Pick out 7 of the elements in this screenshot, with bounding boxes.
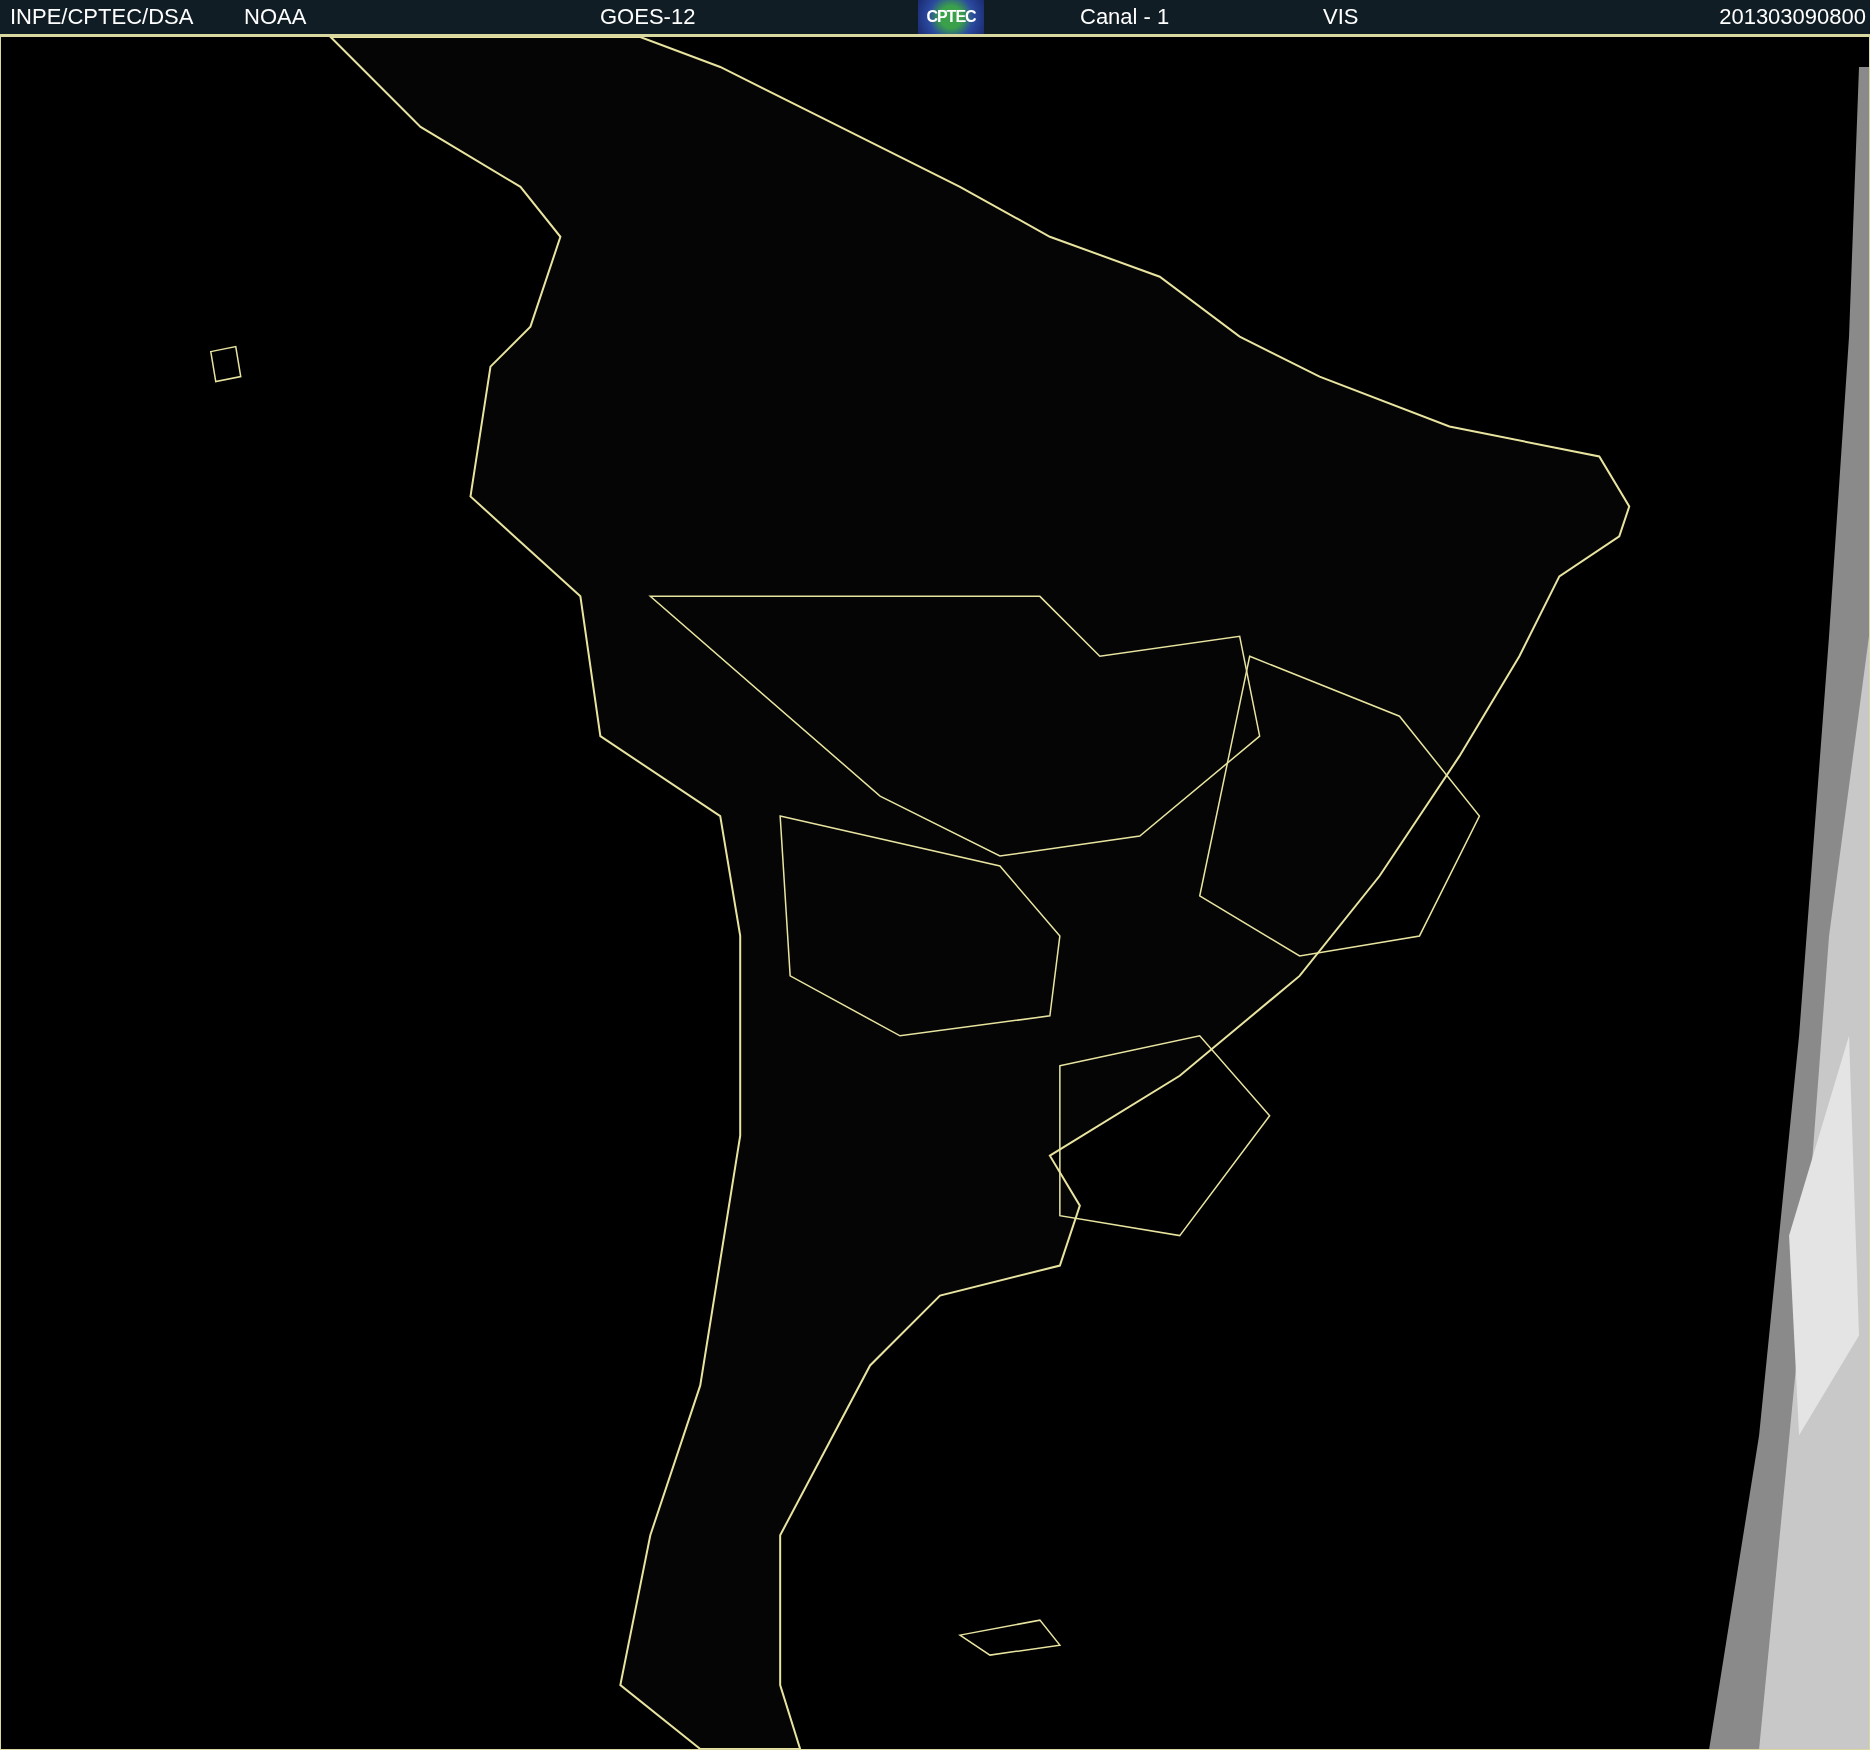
header-text: 201303090800: [1719, 4, 1867, 30]
header-text: Canal - 1: [1080, 4, 1170, 30]
logo: CPTEC: [918, 0, 984, 34]
header-text: NOAA: [244, 4, 307, 30]
header-text: INPE/CPTEC/DSA: [10, 4, 194, 30]
header-text: VIS: [1323, 4, 1359, 30]
header-text: GOES-12: [600, 4, 696, 30]
